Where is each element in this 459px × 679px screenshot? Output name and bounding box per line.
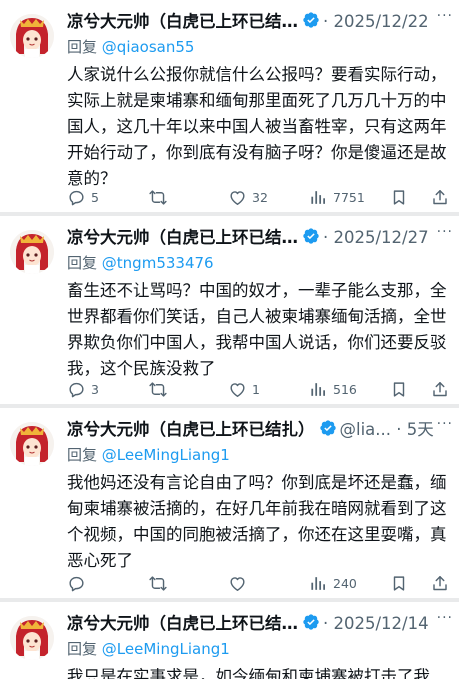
reply-prefix: 回复 (67, 38, 98, 56)
bookmark-icon (390, 574, 408, 593)
reply-button[interactable]: 3 (67, 378, 99, 400)
retweet-button[interactable] (148, 572, 173, 594)
action-bar: 3 1 516 (67, 378, 447, 400)
bookmark-button[interactable] (390, 572, 408, 594)
reply-icon (67, 188, 86, 207)
timestamp[interactable]: 2025/12/14 (334, 614, 429, 633)
reply-button[interactable] (67, 572, 91, 594)
views-count: 240 (333, 575, 357, 591)
bookmark-icon (390, 188, 408, 207)
views-button[interactable]: 516 (309, 378, 357, 400)
more-options-button[interactable]: ··· (433, 8, 453, 24)
like-icon (228, 574, 247, 593)
reply-to-handle[interactable]: @LeeMingLiang1 (102, 640, 230, 658)
reply-icon (67, 380, 86, 399)
more-options-button[interactable]: ··· (433, 610, 453, 626)
tweet-text: 人家说什么公报你就信什么公报吗？要看实际行动，实际上就是柬埔寨和缅甸那里面死了几… (67, 65, 447, 188)
more-options-button[interactable]: ··· (433, 224, 453, 240)
verified-badge-icon (302, 11, 320, 33)
tweet-text: 我他妈还没有言论自由了吗？你到底是坏还是蠢，缅甸柬埔寨被活摘的，在好几年前我在暗… (67, 473, 447, 570)
share-button[interactable] (431, 378, 449, 400)
like-button[interactable] (228, 572, 252, 594)
bookmark-button[interactable] (390, 186, 408, 208)
retweet-icon (148, 574, 168, 593)
separator: · (396, 420, 402, 439)
reply-count: 5 (91, 189, 99, 205)
reply-context: 回复 @tngm533476 (67, 252, 214, 273)
reply-context: 回复 @qiaosan55 (67, 36, 194, 57)
like-icon (228, 188, 247, 207)
bookmark-icon (390, 380, 408, 399)
tweet-header: 凉兮大元帅（白虎已上环已结… · 2025/12/22 (67, 8, 453, 34)
reply-count: 3 (91, 381, 99, 397)
tweet[interactable]: 凉兮大元帅（白虎已上环已结… · 2025/12/22 ··· 回复 @qiaos… (0, 0, 459, 212)
retweet-icon (148, 188, 168, 207)
reply-prefix: 回复 (67, 640, 98, 658)
display-name[interactable]: 凉兮大元帅（白虎已上环已结… (67, 228, 298, 247)
tweet-header: 凉兮大元帅（白虎已上环已结… · 2025/12/27 (67, 224, 453, 250)
reply-icon (67, 574, 86, 593)
tweet-header: 凉兮大元帅（白虎已上环已结… · 2025/12/14 (67, 610, 453, 636)
tweet-header: 凉兮大元帅（白虎已上环已结扎） @lia... · 5天 (67, 416, 453, 442)
views-button[interactable]: 240 (309, 572, 357, 594)
views-icon (309, 380, 328, 399)
views-count: 7751 (333, 189, 365, 205)
views-button[interactable]: 7751 (309, 186, 365, 208)
reply-to-handle[interactable]: @LeeMingLiang1 (102, 446, 230, 464)
views-icon (309, 574, 328, 593)
retweet-button[interactable] (148, 378, 173, 400)
tweet[interactable]: 凉兮大元帅（白虎已上环已结扎） @lia... · 5天 ··· 回复 @LeeM… (0, 408, 459, 598)
display-name[interactable]: 凉兮大元帅（白虎已上环已结… (67, 614, 298, 633)
timestamp[interactable]: 2025/12/22 (334, 12, 429, 31)
verified-badge-icon (302, 613, 320, 635)
timestamp[interactable]: 2025/12/27 (334, 228, 429, 247)
share-icon (431, 574, 449, 593)
reply-prefix: 回复 (67, 446, 98, 464)
reply-button[interactable]: 5 (67, 186, 99, 208)
action-bar: 240 (67, 572, 447, 594)
share-button[interactable] (431, 186, 449, 208)
views-icon (309, 188, 328, 207)
avatar[interactable] (10, 230, 54, 274)
like-count: 1 (252, 381, 260, 397)
bookmark-button[interactable] (390, 378, 408, 400)
display-name[interactable]: 凉兮大元帅（白虎已上环已结… (67, 12, 298, 31)
tweet[interactable]: 凉兮大元帅（白虎已上环已结… · 2025/12/27 ··· 回复 @tngm5… (0, 216, 459, 404)
reply-to-handle[interactable]: @tngm533476 (102, 254, 214, 272)
like-icon (228, 380, 247, 399)
like-button[interactable]: 32 (228, 186, 268, 208)
verified-badge-icon (319, 419, 337, 441)
avatar[interactable] (10, 422, 54, 466)
reply-context: 回复 @LeeMingLiang1 (67, 444, 230, 465)
reply-to-handle[interactable]: @qiaosan55 (102, 38, 195, 56)
tweet-text: 畜生还不让骂吗？中国的奴才，一辈子能么支那，全世界都看你们笑话，自己人被柬埔寨缅… (67, 281, 447, 378)
retweet-icon (148, 380, 168, 399)
tweet-text: 我只是在实事求是，如今缅甸和柬埔寨被打击了我 (67, 667, 430, 679)
like-count: 32 (252, 189, 268, 205)
reply-prefix: 回复 (67, 254, 98, 272)
share-icon (431, 380, 449, 399)
action-bar: 5 32 7751 (67, 186, 447, 208)
tweet[interactable]: 凉兮大元帅（白虎已上环已结… · 2025/12/14 ··· 回复 @LeeMi… (0, 602, 459, 679)
retweet-button[interactable] (148, 186, 173, 208)
avatar[interactable] (10, 616, 54, 660)
share-button[interactable] (431, 572, 449, 594)
share-icon (431, 188, 449, 207)
timestamp[interactable]: 5天 (407, 420, 434, 439)
display-name[interactable]: 凉兮大元帅（白虎已上环已结扎） (67, 420, 315, 439)
verified-badge-icon (302, 227, 320, 249)
more-options-button[interactable]: ··· (433, 416, 453, 432)
views-count: 516 (333, 381, 357, 397)
like-button[interactable]: 1 (228, 378, 260, 400)
handle[interactable]: @lia... (340, 420, 392, 439)
reply-context: 回复 @LeeMingLiang1 (67, 638, 230, 659)
avatar[interactable] (10, 14, 54, 58)
